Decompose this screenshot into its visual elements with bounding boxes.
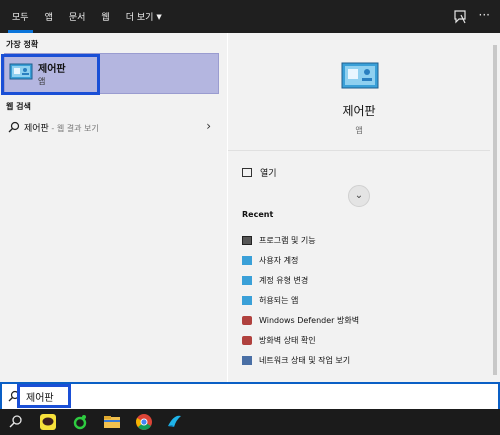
search-icon[interactable] [6, 412, 26, 432]
recent-item-label: 네트워크 상태 및 작업 보기 [259, 355, 351, 365]
more-options-icon[interactable]: ··· [479, 8, 490, 22]
web-search-heading: 웹 검색 [6, 102, 31, 111]
tab-label: 더 보기 [125, 13, 154, 23]
open-icon [242, 168, 252, 177]
recent-item-label: 방화벽 상태 확인 [259, 335, 316, 345]
user-accounts-icon [242, 255, 252, 265]
control-panel-icon [341, 62, 379, 89]
recent-list: 프로그램 및 기능 사용자 계정 계정 유형 변경 허용되는 앱 Windows… [242, 230, 359, 370]
firewall-icon [242, 315, 252, 325]
web-result-text: 제어판 - 웹 결과 보기 [24, 121, 99, 134]
web-result-suffix: - 웹 결과 보기 [48, 124, 99, 133]
search-highlight [17, 384, 71, 408]
tab-all[interactable]: 모두 [6, 0, 35, 33]
results-list: 가장 정확 제어판 앱 웹 검색 제어판 - 웹 결과 보기 › [0, 33, 227, 382]
recent-item[interactable]: 프로그램 및 기능 [242, 230, 359, 250]
search-filter-bar: 모두 앱 문서 웹 더 보기 ▼ ··· [0, 0, 500, 33]
web-query: 제어판 [24, 124, 49, 134]
programs-icon [242, 235, 252, 245]
tab-label: 웹 [101, 13, 110, 23]
tab-label: 앱 [44, 13, 53, 23]
taskbar [0, 409, 500, 435]
recent-item-label: 프로그램 및 기능 [259, 235, 316, 245]
tab-label: 모두 [12, 13, 29, 23]
expand-button[interactable]: ⌄ [348, 185, 370, 207]
recent-item[interactable]: 사용자 계정 [242, 250, 359, 270]
open-action[interactable]: 열기 [242, 166, 277, 179]
tab-web[interactable]: 웹 [95, 0, 115, 33]
file-explorer-icon[interactable] [102, 412, 122, 432]
scrollbar[interactable] [490, 33, 500, 382]
web-search-result[interactable]: 제어판 - 웹 결과 보기 › [0, 117, 227, 139]
recent-item[interactable]: Windows Defender 방화벽 [242, 310, 359, 330]
preview-title: 제어판 [342, 104, 376, 118]
chrome-icon[interactable] [134, 412, 154, 432]
preview-subtitle: 앱 [355, 126, 363, 135]
network-icon [242, 355, 252, 365]
tab-documents[interactable]: 문서 [63, 0, 92, 33]
tab-apps[interactable]: 앱 [39, 0, 59, 33]
scrollbar-thumb[interactable] [493, 45, 497, 375]
best-match-highlight [1, 54, 100, 95]
recent-item-label: 사용자 계정 [259, 255, 299, 265]
recent-item-label: 허용되는 앱 [259, 295, 299, 305]
feedback-icon[interactable] [452, 9, 468, 25]
recent-item[interactable]: 방화벽 상태 확인 [242, 330, 359, 350]
caret-down-icon: ▼ [156, 12, 162, 21]
best-match-heading: 가장 정확 [6, 40, 39, 49]
recent-item[interactable]: 계정 유형 변경 [242, 270, 359, 290]
recent-item-label: Windows Defender 방화벽 [259, 315, 360, 325]
search-icon [8, 121, 20, 133]
recent-item[interactable]: 허용되는 앱 [242, 290, 359, 310]
search-box[interactable]: 제어판 [0, 382, 500, 409]
preview-pane: 제어판 앱 열기 ⌄ Recent 프로그램 및 기능 사용자 계정 계정 유형… [228, 33, 490, 382]
allowed-apps-icon [242, 295, 252, 305]
tab-label: 문서 [68, 13, 86, 23]
chevron-right-icon: › [206, 119, 211, 133]
divider [228, 150, 490, 151]
messenger-app-icon[interactable] [70, 412, 90, 432]
kakaotalk-icon[interactable] [38, 412, 58, 432]
app-icon[interactable] [164, 412, 184, 432]
firewall-status-icon [242, 335, 252, 345]
account-type-icon [242, 275, 252, 285]
recent-item[interactable]: 네트워크 상태 및 작업 보기 [242, 350, 359, 370]
recent-heading: Recent [242, 210, 274, 219]
recent-item-label: 계정 유형 변경 [259, 275, 309, 285]
open-label: 열기 [260, 169, 277, 179]
tab-more[interactable]: 더 보기 ▼ [120, 0, 168, 33]
